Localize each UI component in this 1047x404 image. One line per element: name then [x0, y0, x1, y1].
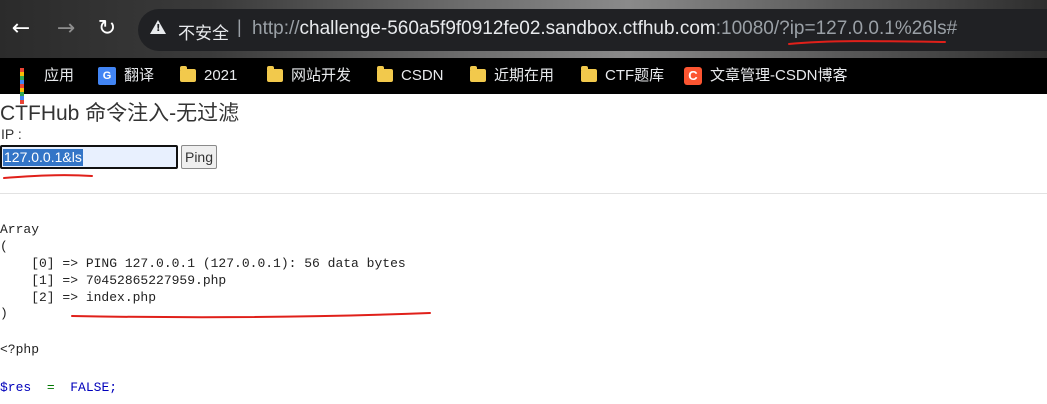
output-line: Array — [0, 222, 40, 237]
security-status[interactable]: 不安全 — [178, 19, 229, 44]
forward-icon[interactable]: → — [51, 14, 81, 44]
url-path: :10080/?ip=127.0.0.1%26ls# — [715, 18, 958, 39]
output-line: [0] => PING 127.0.0.1 (127.0.0.1): 56 da… — [0, 256, 406, 271]
php-code-line: $res = FALSE; — [0, 380, 118, 395]
apps-grid-icon — [20, 68, 36, 105]
output-underline-annotation — [71, 312, 431, 319]
output-line: ( — [0, 239, 8, 254]
bookmark-apps[interactable]: 应用 — [20, 58, 74, 105]
ip-label: IP : — [1, 126, 22, 142]
browser-toolbar: ← → ↻ ! 不安全 | http://challenge-560a5f9f0… — [0, 0, 1047, 58]
url-text[interactable]: http://challenge-560a5f9f0912fe02.sandbo… — [252, 18, 957, 40]
bookmark-web-dev[interactable]: 网站开发 — [267, 58, 351, 94]
output-line: [1] => 70452865227959.php — [0, 273, 227, 288]
bookmark-ctf[interactable]: CTF题库 — [581, 58, 664, 94]
folder-icon — [180, 65, 196, 82]
ping-button[interactable]: Ping — [181, 145, 217, 169]
php-open-tag: <?php — [0, 342, 40, 357]
bookmark-recent[interactable]: 近期在用 — [470, 58, 554, 94]
csdn-icon: C — [684, 67, 702, 86]
output-line: ) — [0, 306, 8, 321]
bookmark-csdn[interactable]: CSDN — [377, 58, 444, 94]
bookmark-2021[interactable]: 2021 — [180, 58, 237, 94]
output-line: [2] => index.php — [0, 290, 157, 305]
folder-icon — [267, 65, 283, 82]
divider — [0, 193, 1047, 194]
folder-icon — [377, 65, 393, 82]
input-underline-annotation — [3, 174, 93, 179]
bookmark-csdn-blog[interactable]: C 文章管理-CSDN博客 — [684, 58, 848, 94]
address-separator: | — [237, 17, 242, 37]
url-scheme: http:// — [252, 18, 300, 39]
folder-icon — [470, 65, 486, 82]
bookmark-translate[interactable]: G 翻译 — [98, 58, 154, 94]
page-title: CTFHub 命令注入-无过滤 — [0, 102, 240, 125]
back-icon[interactable]: ← — [6, 14, 36, 44]
ip-input-value[interactable]: 127.0.0.1&ls — [3, 149, 83, 166]
reload-icon[interactable]: ↻ — [92, 14, 122, 44]
bookmarks-bar: 应用 G 翻译 2021 网站开发 CSDN 近期在用 CTF题库 C 文章管理-C… — [0, 58, 1047, 105]
folder-icon — [581, 65, 597, 82]
url-host: challenge-560a5f9f0912fe02.sandbox.ctfhu… — [299, 18, 716, 39]
translate-icon: G — [98, 67, 116, 86]
